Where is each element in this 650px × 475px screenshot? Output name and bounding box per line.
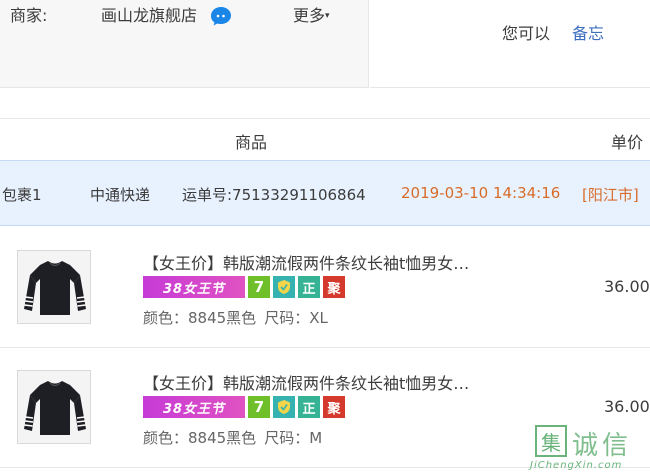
more-label: 更多 [293,6,326,25]
courier-name: 中通快递 [90,186,151,204]
juhuasuan-badge: 聚 [323,276,345,298]
memo-panel: 您可以 备忘 [370,0,650,88]
order-header: 商家: 画山龙旗舰店 更多▾ 您可以 备忘 [0,0,650,88]
merchant-panel: 商家: 画山龙旗舰店 更多▾ [0,0,369,88]
festival-badge: 38女王节 [143,276,245,298]
product-attributes: 颜色：8845黑色 尺码：XL [143,307,328,328]
genuine-badge: 正 [298,276,320,298]
product-title-link[interactable]: 【女王价】韩版潮流假两件条纹长袖t恤男女… [143,250,505,274]
seven-day-return-badge: 7 [248,276,270,298]
package-name: 包裹1 [2,186,42,204]
site-watermark: 集 诚信 JiChengXin.com [530,424,648,474]
merchant-label: 商家: [10,6,48,25]
order-item-row: 【女王价】韩版潮流假两件条纹长袖t恤男女… 38女王节 7 正 聚 颜色：884… [0,228,650,348]
seven-day-return-badge: 7 [248,396,270,418]
product-thumbnail[interactable] [17,250,91,324]
unit-price: 36.00 [604,277,650,296]
watermark-text: 诚信 [572,431,633,461]
unit-price: 36.00 [604,397,650,416]
memo-link[interactable]: 备忘 [572,20,604,44]
promo-badges: 38女王节 7 正 聚 [143,276,345,298]
package-row: 包裹1 中通快递 运单号:75133291106864 2019-03-10 1… [0,160,650,226]
tracking-location: [阳江市] [582,186,639,204]
color-attribute: 颜色：8845黑色 [143,429,257,447]
wangwang-chat-icon[interactable] [210,6,232,26]
product-attributes: 颜色：8845黑色 尺码：M [143,427,322,448]
shop-name-link[interactable]: 画山龙旗舰店 [101,2,197,26]
tracking-time: 2019-03-10 14:34:16 [401,184,561,202]
juhuasuan-badge: 聚 [323,396,345,418]
shield-icon [273,396,295,418]
column-header-goods: 商品 [235,133,268,152]
festival-badge: 38女王节 [143,396,245,418]
shield-icon [273,276,295,298]
table-header: 商品 单价 [0,118,650,160]
waybill-number: 运单号:75133291106864 [182,186,366,204]
size-attribute: 尺码：M [264,429,323,447]
column-header-price: 单价 [611,133,644,152]
color-attribute: 颜色：8845黑色 [143,309,257,327]
memo-prompt: 您可以 [502,24,551,43]
chevron-down-icon: ▾ [325,11,330,21]
more-dropdown[interactable]: 更多▾ [293,2,330,26]
watermark-logo-icon: 集 [535,425,567,457]
size-attribute: 尺码：XL [264,309,328,327]
product-thumbnail[interactable] [17,370,91,444]
product-title-link[interactable]: 【女王价】韩版潮流假两件条纹长袖t恤男女… [143,370,505,394]
promo-badges: 38女王节 7 正 聚 [143,396,345,418]
watermark-domain: JiChengXin.com [530,460,623,471]
genuine-badge: 正 [298,396,320,418]
